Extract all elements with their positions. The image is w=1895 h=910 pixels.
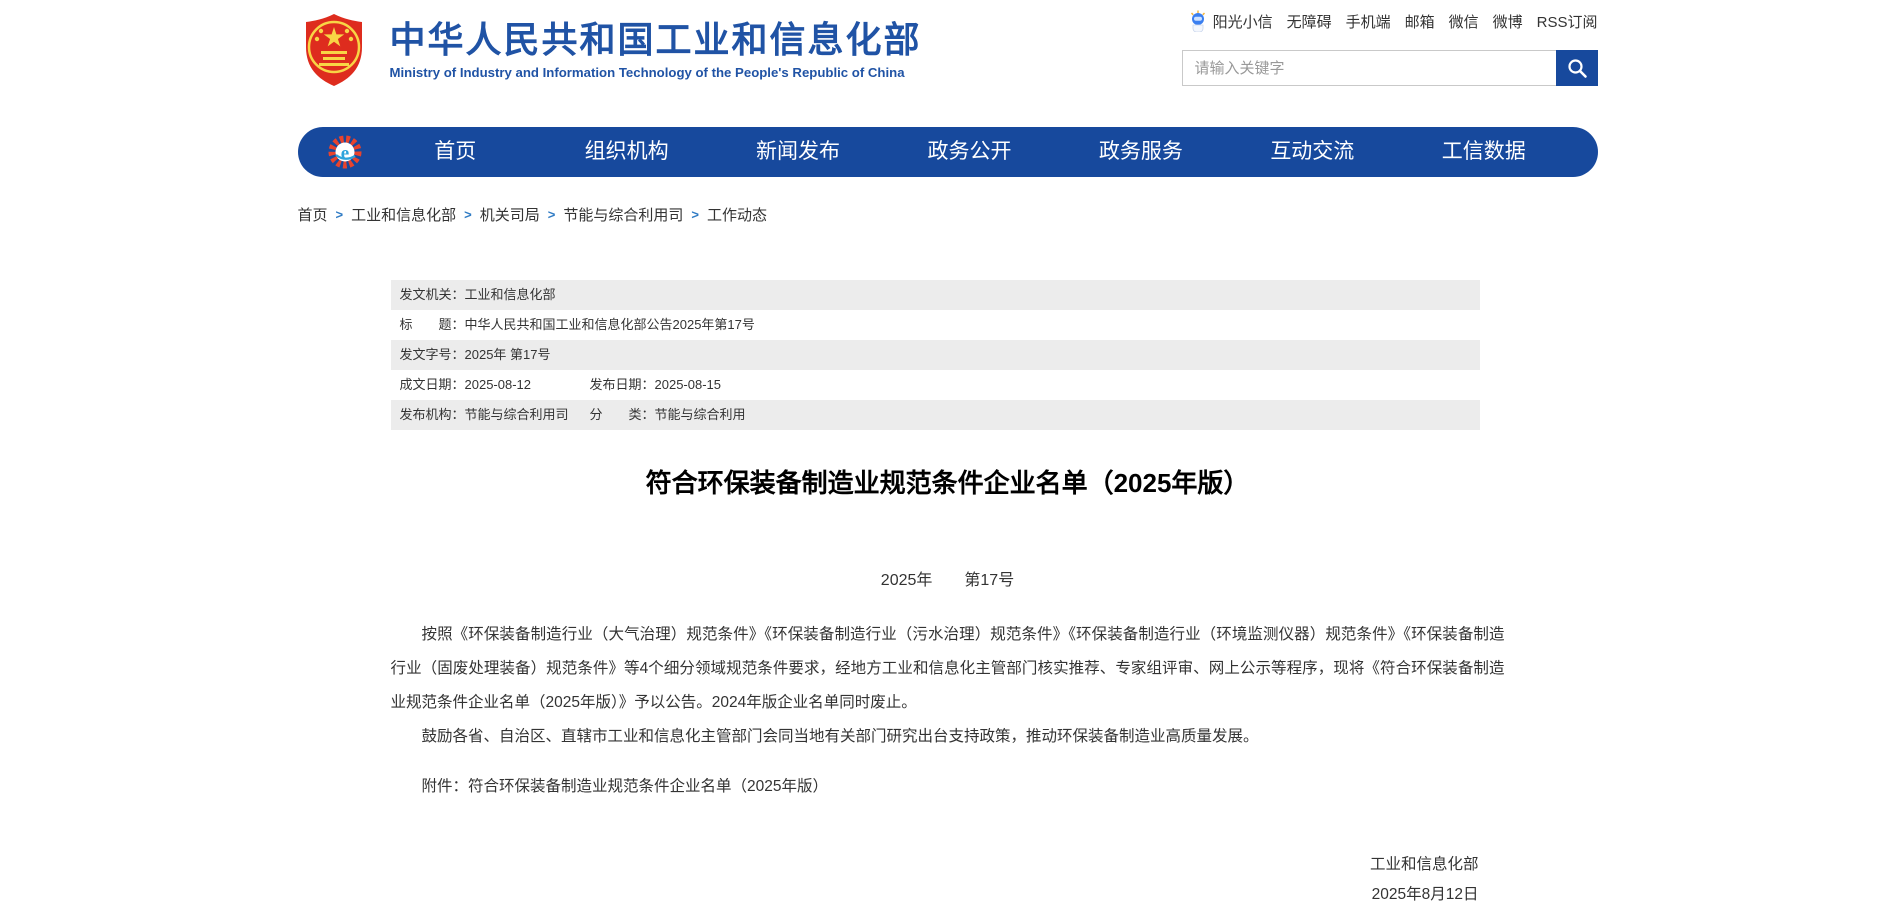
meta-value: 2025-08-12	[465, 377, 532, 392]
search-icon	[1566, 57, 1588, 79]
breadcrumb-separator-icon: >	[691, 207, 699, 222]
sunshine-assistant-icon	[1188, 10, 1208, 32]
search-button[interactable]	[1556, 50, 1598, 86]
breadcrumb-item-departments[interactable]: 机关司局	[480, 204, 540, 225]
nav-item-gov-services[interactable]: 政务服务	[1055, 127, 1226, 177]
meta-label: 成文日期：	[400, 377, 465, 392]
meta-row-dates: 成文日期：2025-08-12 发布日期：2025-08-15	[391, 370, 1480, 400]
breadcrumb-item-miit[interactable]: 工业和信息化部	[351, 204, 456, 225]
breadcrumb-item-energy-dept[interactable]: 节能与综合利用司	[563, 204, 683, 225]
article-title: 符合环保装备制造业规范条件企业名单（2025年版）	[391, 463, 1505, 500]
signature-org: 工业和信息化部	[391, 850, 1479, 880]
meta-row-doc-number: 发文字号：2025年 第17号	[391, 340, 1480, 370]
signature-date: 2025年8月12日	[391, 880, 1479, 910]
meta-value: 中华人民共和国工业和信息化部公告2025年第17号	[465, 317, 755, 332]
meta-value: 工业和信息化部	[465, 287, 556, 302]
breadcrumb-separator-icon: >	[336, 207, 344, 222]
signature-block: 工业和信息化部 2025年8月12日	[391, 850, 1505, 910]
topbar-link-weibo[interactable]: 微博	[1493, 11, 1523, 32]
meta-label: 发文字号：	[400, 347, 465, 362]
article-body: 按照《环保装备制造行业（大气治理）规范条件》《环保装备制造行业（污水治理）规范条…	[391, 618, 1505, 754]
topbar-link-rss[interactable]: RSS订阅	[1537, 11, 1598, 32]
nav-item-interaction[interactable]: 互动交流	[1227, 127, 1398, 177]
nav-item-news[interactable]: 新闻发布	[712, 127, 883, 177]
miit-gear-logo-icon: e	[326, 133, 364, 171]
site-subtitle-english: Ministry of Industry and Information Tec…	[390, 65, 922, 80]
site-header: 中华人民共和国工业和信息化部 Ministry of Industry and …	[298, 0, 1598, 101]
issue-number-line: 2025年 第17号	[391, 566, 1505, 590]
topbar-link-sunshine-assistant[interactable]: 阳光小信	[1188, 10, 1273, 32]
site-search	[1182, 50, 1598, 86]
nav-item-organization[interactable]: 组织机构	[541, 127, 712, 177]
national-emblem-icon	[302, 13, 366, 92]
meta-label: 发布机构：	[400, 407, 465, 422]
topbar-link-label: 阳光小信	[1213, 11, 1273, 32]
meta-value: 2025-08-15	[655, 377, 722, 392]
nav-item-home[interactable]: 首页	[370, 127, 541, 177]
topbar-links: 阳光小信 无障碍 手机端 邮箱 微信 微博 RSS订阅	[1188, 10, 1598, 32]
nav-item-gov-disclosure[interactable]: 政务公开	[884, 127, 1055, 177]
attachment-line: 附件：符合环保装备制造业规范条件企业名单（2025年版）	[391, 770, 1505, 804]
meta-label: 发布日期：	[590, 377, 655, 392]
document-meta-table: 发文机关：工业和信息化部 标 题：中华人民共和国工业和信息化部公告2025年第1…	[391, 280, 1480, 430]
topbar-link-wechat[interactable]: 微信	[1449, 11, 1479, 32]
nav-item-miit-data[interactable]: 工信数据	[1398, 127, 1569, 177]
article: 发文机关：工业和信息化部 标 题：中华人民共和国工业和信息化部公告2025年第1…	[391, 280, 1505, 910]
meta-label: 分 类：	[590, 407, 655, 422]
topbar-link-mail[interactable]: 邮箱	[1405, 11, 1435, 32]
attachment-prefix: 附件：	[422, 778, 469, 795]
topbar-link-accessibility[interactable]: 无障碍	[1287, 11, 1332, 32]
meta-value: 2025年 第17号	[465, 347, 551, 362]
meta-row-title: 标 题：中华人民共和国工业和信息化部公告2025年第17号	[391, 310, 1480, 340]
breadcrumb: 首页 > 工业和信息化部 > 机关司局 > 节能与综合利用司 > 工作动态	[298, 204, 1598, 225]
meta-label: 发文机关：	[400, 287, 465, 302]
breadcrumb-separator-icon: >	[464, 207, 472, 222]
meta-value: 节能与综合利用司	[465, 407, 569, 422]
meta-row-publisher-category: 发布机构：节能与综合利用司 分 类：节能与综合利用	[391, 400, 1480, 430]
search-input[interactable]	[1182, 50, 1556, 86]
site-identity: 中华人民共和国工业和信息化部 Ministry of Industry and …	[390, 20, 922, 80]
svg-text:e: e	[340, 143, 348, 164]
article-paragraph-1: 按照《环保装备制造行业（大气治理）规范条件》《环保装备制造行业（污水治理）规范条…	[391, 618, 1505, 720]
article-paragraph-2: 鼓励各省、自治区、直辖市工业和信息化主管部门会同当地有关部门研究出台支持政策，推…	[391, 720, 1505, 754]
meta-value: 节能与综合利用	[655, 407, 746, 422]
topbar-link-mobile[interactable]: 手机端	[1346, 11, 1391, 32]
breadcrumb-separator-icon: >	[548, 207, 556, 222]
breadcrumb-item-home[interactable]: 首页	[298, 204, 328, 225]
breadcrumb-item-work-updates[interactable]: 工作动态	[707, 204, 767, 225]
meta-row-issuing-agency: 发文机关：工业和信息化部	[391, 280, 1480, 310]
attachment-link[interactable]: 符合环保装备制造业规范条件企业名单（2025年版）	[468, 778, 828, 795]
meta-label: 标 题：	[400, 317, 465, 332]
site-title: 中华人民共和国工业和信息化部	[390, 20, 922, 60]
main-nav: e 首页 组织机构 新闻发布 政务公开 政务服务 互动交流 工信数据	[298, 127, 1598, 177]
